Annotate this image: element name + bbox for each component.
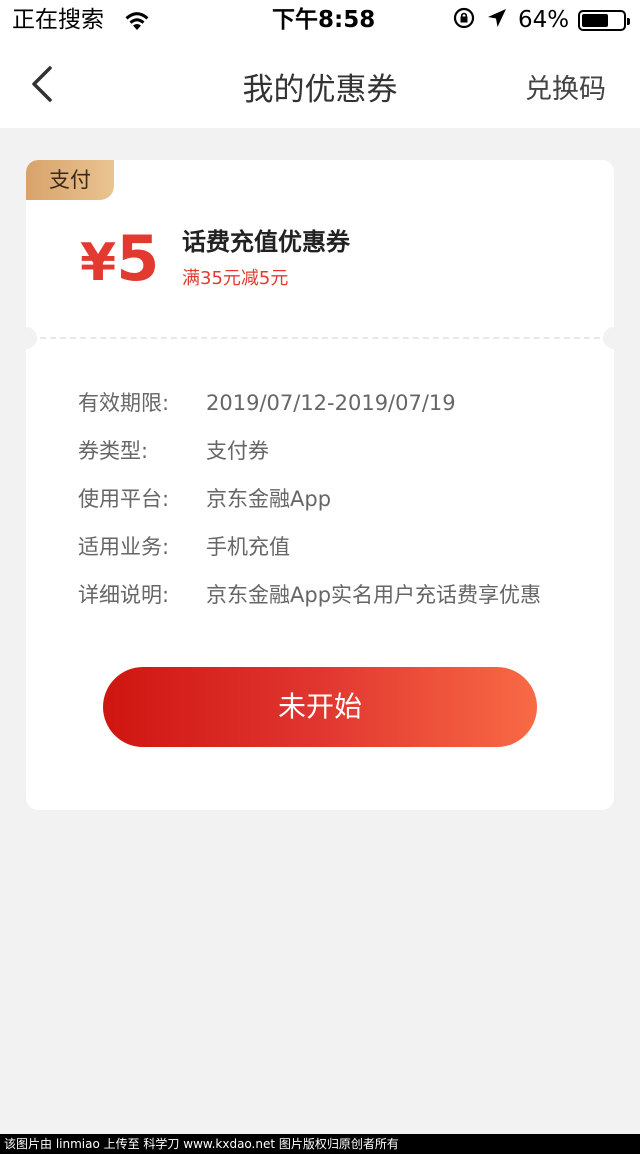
- ticket-notch-right: [603, 327, 614, 349]
- watermark-footer: 该图片由 linmiao 上传至 科学刀 www.kxdao.net 图片版权归…: [0, 1134, 640, 1154]
- battery-icon: [578, 10, 630, 31]
- battery-fill: [582, 14, 608, 27]
- detail-label: 使用平台:: [78, 487, 170, 511]
- detail-value: 京东金融App: [206, 487, 332, 511]
- coupon-status-button[interactable]: 未开始: [103, 667, 537, 747]
- currency-symbol: ¥: [80, 233, 117, 293]
- detail-value: 支付券: [206, 439, 269, 463]
- orientation-lock-icon: [452, 6, 476, 37]
- detail-value: 手机充值: [206, 535, 290, 559]
- coupon-name: 话费充值优惠券: [182, 228, 350, 256]
- redeem-code-button[interactable]: 兑换码: [525, 67, 606, 106]
- navigation-bar: 我的优惠券 兑换码: [0, 40, 640, 128]
- detail-label: 适用业务:: [78, 535, 170, 559]
- ticket-notch-left: [26, 327, 37, 349]
- detail-value: 京东金融App实名用户充话费享优惠: [206, 583, 542, 607]
- location-icon: [486, 6, 508, 37]
- detail-row-type: 券类型: 支付券: [78, 436, 578, 466]
- clock-time: 下午8:58: [272, 7, 376, 33]
- wifi-icon: [122, 8, 152, 39]
- detail-label: 详细说明:: [78, 583, 170, 607]
- detail-row-validity: 有效期限: 2019/07/12-2019/07/19: [78, 388, 578, 418]
- detail-value: 2019/07/12-2019/07/19: [206, 391, 456, 415]
- carrier-text: 正在搜索: [12, 7, 104, 33]
- amount-value: 5: [116, 222, 160, 295]
- coupon-amount: ¥5: [80, 222, 159, 295]
- coupon-condition: 满35元减5元: [182, 268, 289, 289]
- detail-row-platform: 使用平台: 京东金融App: [78, 484, 578, 514]
- status-bar: 正在搜索 下午8:58 64%: [0, 0, 640, 40]
- detail-label: 有效期限:: [78, 391, 170, 415]
- battery-percent: 64%: [518, 7, 570, 33]
- coupon-card: 支付 ¥5 话费充值优惠券 满35元减5元 有效期限: 2019/07/12-2…: [26, 160, 614, 810]
- detail-row-description: 详细说明: 京东金融App实名用户充话费享优惠: [78, 580, 578, 610]
- coupon-type-tag: 支付: [26, 160, 114, 200]
- divider: [40, 337, 600, 339]
- detail-label: 券类型:: [78, 439, 149, 463]
- detail-row-business: 适用业务: 手机充值: [78, 532, 578, 562]
